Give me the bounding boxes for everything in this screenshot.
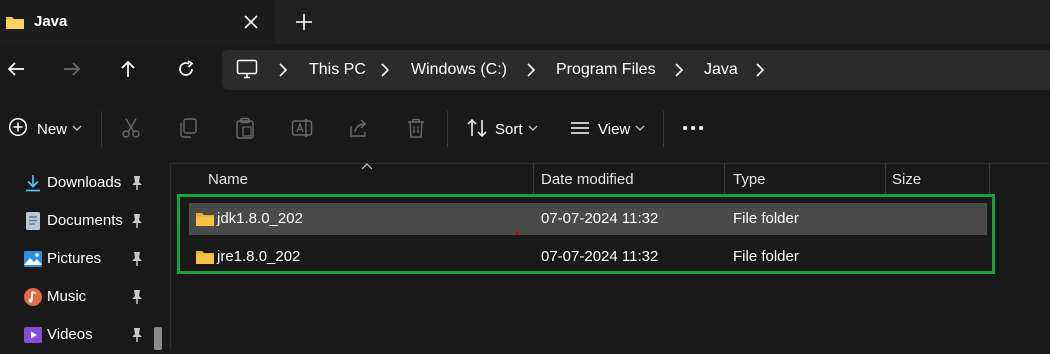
delete-icon[interactable] xyxy=(406,117,426,139)
navigation-pane: Downloads Documents Pictures Music Video… xyxy=(0,163,171,350)
view-label: View xyxy=(598,121,631,138)
column-divider[interactable] xyxy=(989,163,990,196)
chevron-right-icon[interactable] xyxy=(673,63,685,77)
address-bar[interactable]: This PC Windows (C:) Program Files Java xyxy=(222,50,1050,90)
download-icon xyxy=(23,173,43,193)
tab-java[interactable]: Java xyxy=(0,0,275,44)
pin-icon[interactable] xyxy=(130,213,144,229)
pin-icon[interactable] xyxy=(130,289,144,305)
tab-strip: Java xyxy=(0,0,1050,44)
column-header-date-modified[interactable]: Date modified xyxy=(541,171,634,188)
sidebar-item-label: Documents xyxy=(47,212,123,229)
sidebar-item-label: Videos xyxy=(47,326,93,343)
this-pc-icon[interactable] xyxy=(236,59,258,79)
toolbar-divider xyxy=(663,111,664,147)
folder-icon xyxy=(5,14,25,30)
sidebar-item-label: Music xyxy=(47,288,87,305)
column-divider[interactable] xyxy=(885,163,886,196)
add-circle-icon xyxy=(8,117,28,137)
cut-icon[interactable] xyxy=(121,117,141,139)
chevron-right-icon[interactable] xyxy=(379,63,391,77)
paste-icon[interactable] xyxy=(235,117,255,139)
chevron-down-icon xyxy=(528,124,538,132)
documents-icon xyxy=(23,211,43,231)
breadcrumb-java[interactable]: Java xyxy=(704,61,738,79)
sidebar-scrollbar-thumb[interactable] xyxy=(154,327,162,350)
toolbar-divider xyxy=(447,111,448,147)
pictures-icon xyxy=(23,249,43,269)
command-bar: New Sort View xyxy=(0,97,1050,164)
sidebar-item-label: Downloads xyxy=(47,174,122,191)
view-list-icon xyxy=(569,117,591,139)
sidebar-item-label: Pictures xyxy=(47,250,102,267)
pin-icon[interactable] xyxy=(130,327,144,343)
chevron-right-icon[interactable] xyxy=(525,63,537,77)
sort-label: Sort xyxy=(495,121,523,138)
address-row: This PC Windows (C:) Program Files Java xyxy=(0,44,1050,96)
sidebar-item-documents[interactable]: Documents xyxy=(0,202,160,240)
sort-icon xyxy=(466,117,488,139)
add-tab-icon[interactable] xyxy=(294,12,314,32)
sidebar-item-videos[interactable]: Videos xyxy=(0,316,160,354)
close-icon[interactable] xyxy=(242,13,260,31)
more-icon[interactable] xyxy=(682,125,704,131)
breadcrumb-program-files[interactable]: Program Files xyxy=(556,61,656,79)
rename-icon[interactable] xyxy=(291,117,313,139)
chevron-down-icon xyxy=(72,124,82,132)
share-icon[interactable] xyxy=(348,117,370,139)
forward-arrow-icon[interactable] xyxy=(62,59,82,79)
column-header-size[interactable]: Size xyxy=(892,171,921,188)
sort-indicator-icon xyxy=(361,163,373,171)
music-icon xyxy=(23,287,43,307)
highlight-box xyxy=(177,194,995,274)
column-header-name[interactable]: Name xyxy=(208,171,248,188)
sidebar-item-pictures[interactable]: Pictures xyxy=(0,240,160,278)
tab-title: Java xyxy=(34,13,68,30)
column-header-type[interactable]: Type xyxy=(733,171,766,188)
column-divider[interactable] xyxy=(724,163,725,196)
breadcrumb-this-pc[interactable]: This PC xyxy=(309,61,366,79)
pin-icon[interactable] xyxy=(130,251,144,267)
toolbar-divider xyxy=(101,111,102,147)
videos-icon xyxy=(23,325,43,345)
chevron-right-icon[interactable] xyxy=(754,63,766,77)
chevron-right-icon[interactable] xyxy=(277,63,289,77)
back-arrow-icon[interactable] xyxy=(6,59,26,79)
column-divider[interactable] xyxy=(533,163,534,196)
new-label: New xyxy=(37,121,68,138)
file-list: Name Date modified Type Size jdk1.8.0_20… xyxy=(171,163,1050,350)
chevron-down-icon xyxy=(635,124,645,132)
breadcrumb-windows-c[interactable]: Windows (C:) xyxy=(411,61,507,79)
refresh-icon[interactable] xyxy=(176,59,196,79)
cursor-dot xyxy=(516,232,519,235)
up-arrow-icon[interactable] xyxy=(118,59,138,79)
sidebar-item-downloads[interactable]: Downloads xyxy=(0,164,160,202)
copy-icon[interactable] xyxy=(178,117,198,139)
pin-icon[interactable] xyxy=(130,175,144,191)
sidebar-item-music[interactable]: Music xyxy=(0,278,160,316)
